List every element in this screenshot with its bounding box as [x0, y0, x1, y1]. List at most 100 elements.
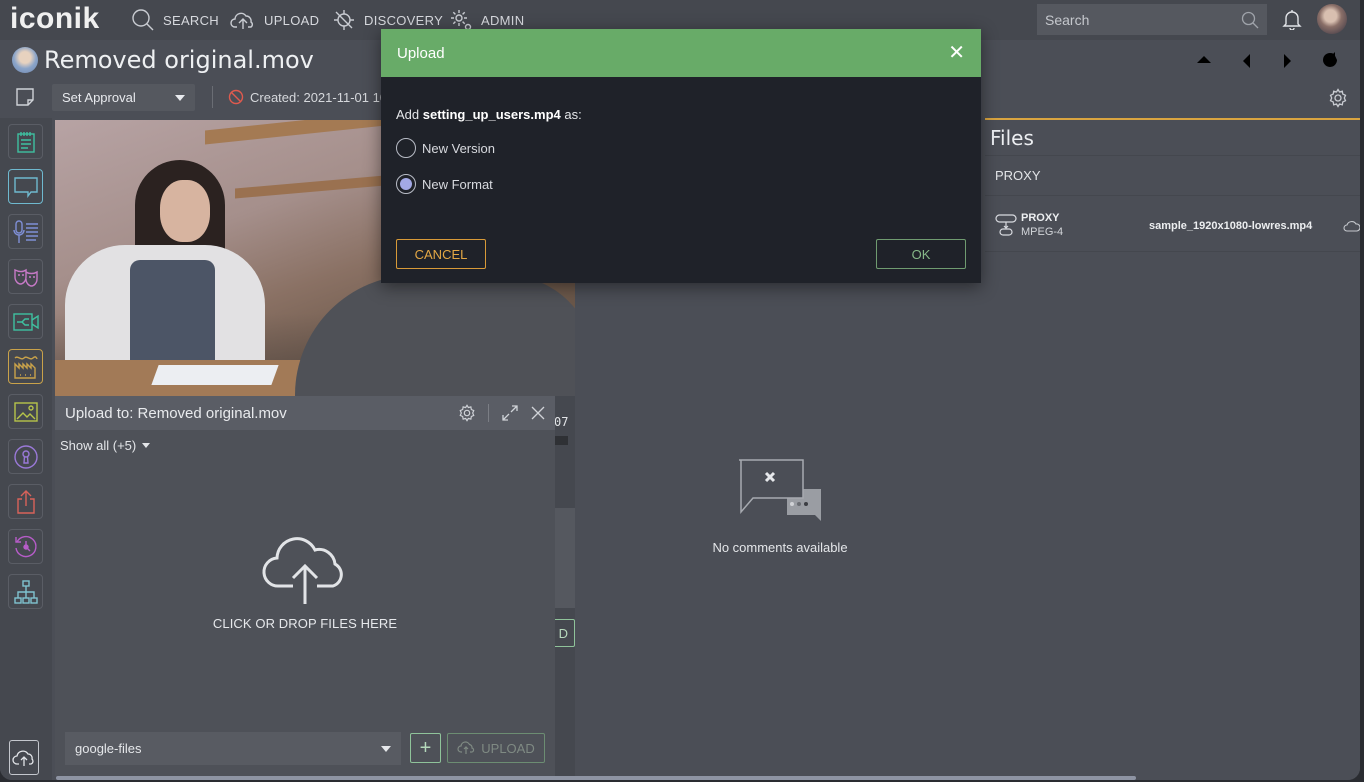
cancel-button[interactable]: CANCEL	[396, 239, 486, 269]
rail-metadata-button[interactable]	[8, 124, 43, 159]
file-row[interactable]: PROXY MPEG-4 sample_1920x1080-lowres.mp4	[985, 196, 1360, 252]
search-icon	[132, 9, 154, 31]
share-export-icon	[16, 489, 35, 514]
nav-discovery-label: DISCOVERY	[364, 12, 444, 28]
video-camera-icon	[12, 312, 39, 331]
expand-icon[interactable]	[501, 404, 519, 422]
nav-upload-label: UPLOAD	[264, 12, 320, 28]
prohibited-icon	[228, 89, 244, 105]
hierarchy-icon	[13, 579, 38, 604]
user-avatar[interactable]	[1317, 4, 1347, 34]
files-title: Files	[985, 120, 1360, 156]
rail-info-button[interactable]	[8, 439, 43, 474]
rail-history-button[interactable]	[8, 529, 43, 564]
rail-upload-button[interactable]	[9, 740, 39, 775]
upload-dialog: Upload ✕ Add setting_up_users.mp4 as: Ne…	[381, 29, 981, 283]
cloud-upload-icon	[12, 750, 34, 766]
drop-zone-label: CLICK OR DROP FILES HERE	[212, 616, 398, 631]
chevron-left-icon[interactable]	[1240, 52, 1252, 70]
file-format-type: MPEG-4	[1021, 226, 1064, 238]
cloud-upload-icon	[262, 537, 343, 604]
rail-thumbnails-button[interactable]	[8, 394, 43, 429]
radio-button-selected[interactable]	[396, 174, 416, 194]
nav-admin-label: ADMIN	[481, 12, 525, 28]
rail-faces-button[interactable]	[8, 259, 43, 294]
notepad-icon	[16, 131, 35, 153]
add-storage-button[interactable]: +	[410, 733, 441, 763]
header-divider	[488, 404, 489, 422]
settings-gear-icon[interactable]	[458, 404, 476, 422]
rail-comments-button[interactable]	[8, 169, 43, 204]
rail-relations-button[interactable]	[8, 574, 43, 609]
dialog-header: Upload ✕	[381, 29, 981, 77]
horizontal-scrollbar[interactable]	[56, 776, 1136, 780]
upload-button-label: UPLOAD	[481, 740, 535, 756]
dialog-prompt: Add setting_up_users.mp4 as:	[396, 107, 966, 122]
rail-segments-button[interactable]	[8, 304, 43, 339]
iconik-logo[interactable]: iconik	[10, 2, 100, 36]
show-all-toggle[interactable]: Show all (+5)	[60, 438, 151, 453]
nav-search[interactable]: SEARCH	[131, 8, 219, 32]
background-panel	[555, 508, 575, 608]
set-approval-dropdown[interactable]: Set Approval	[52, 84, 195, 111]
chevron-up-icon[interactable]	[1195, 52, 1213, 66]
factory-waveform-icon	[13, 355, 38, 379]
files-group-header: PROXY	[985, 156, 1360, 196]
caret-down-icon	[381, 745, 391, 752]
global-search-input[interactable]	[1045, 11, 1235, 28]
timecode-bar	[554, 436, 568, 445]
microphone-transcript-icon	[12, 219, 38, 243]
rail-timeline-button[interactable]	[8, 349, 43, 384]
approval-label: Set Approval	[62, 90, 136, 105]
upload-panel-title: Upload to: Removed original.mov	[65, 404, 287, 422]
radio-new-version[interactable]: New Version	[396, 138, 966, 158]
empty-comments-state: No comments available	[580, 458, 980, 555]
cloud-upload-icon	[457, 741, 475, 754]
global-search[interactable]	[1037, 4, 1267, 35]
upload-button[interactable]: UPLOAD	[447, 733, 545, 763]
radio-button[interactable]	[396, 138, 416, 158]
caret-down-icon	[175, 94, 185, 101]
rail-transcription-button[interactable]	[8, 214, 43, 249]
nav-upload[interactable]: UPLOAD	[230, 8, 319, 32]
notifications-bell-icon[interactable]	[1282, 8, 1302, 30]
radio-selected-dot	[400, 178, 412, 190]
close-icon[interactable]: ✕	[948, 43, 965, 63]
nav-search-label: SEARCH	[163, 12, 219, 28]
caret-down-icon	[142, 443, 151, 448]
proxy-format-icon	[995, 214, 1017, 236]
left-tool-rail	[0, 118, 52, 780]
asset-title: Removed original.mov	[44, 46, 314, 74]
settings-gear-icon[interactable]	[1328, 88, 1348, 108]
close-icon[interactable]	[531, 406, 545, 420]
file-drop-zone[interactable]: CLICK OR DROP FILES HERE	[175, 536, 435, 646]
video-frame-paper	[151, 365, 279, 385]
created-info: Created: 2021-11-01 10	[228, 89, 387, 105]
prompt-suffix: as:	[564, 107, 582, 122]
asset-header: Removed original.mov	[12, 46, 314, 74]
refresh-icon[interactable]	[1320, 50, 1340, 70]
asset-owner-avatar	[12, 47, 38, 73]
sticky-note-icon[interactable]	[14, 86, 36, 108]
files-panel: Files PROXY PROXY MPEG-4 sample_1920x108…	[985, 118, 1360, 780]
file-path[interactable]: sample_1920x1080-lowres.mp4	[1149, 220, 1312, 232]
radio-new-format[interactable]: New Format	[396, 174, 966, 194]
video-frame-shelf	[235, 175, 385, 199]
cloud-icon	[1343, 221, 1360, 232]
storage-select[interactable]: google-files	[65, 732, 401, 765]
app-window: iconik SEARCH UPLOAD DISCOVERY ADMIN Rem…	[0, 0, 1360, 780]
show-all-label: Show all (+5)	[60, 438, 137, 453]
chevron-right-icon[interactable]	[1282, 52, 1294, 70]
rail-share-button[interactable]	[8, 484, 43, 519]
radio-label: New Version	[422, 140, 495, 156]
created-date: Created: 2021-11-01 10	[250, 89, 388, 105]
radio-label: New Format	[422, 176, 493, 192]
toolbar-divider	[212, 86, 213, 108]
keyhole-icon	[13, 444, 38, 469]
prompt-prefix: Add	[396, 107, 420, 122]
ok-button[interactable]: OK	[876, 239, 966, 269]
no-comments-text: No comments available	[712, 540, 848, 555]
search-icon[interactable]	[1241, 11, 1259, 29]
video-frame-person	[295, 275, 575, 396]
storage-value: google-files	[75, 741, 142, 756]
